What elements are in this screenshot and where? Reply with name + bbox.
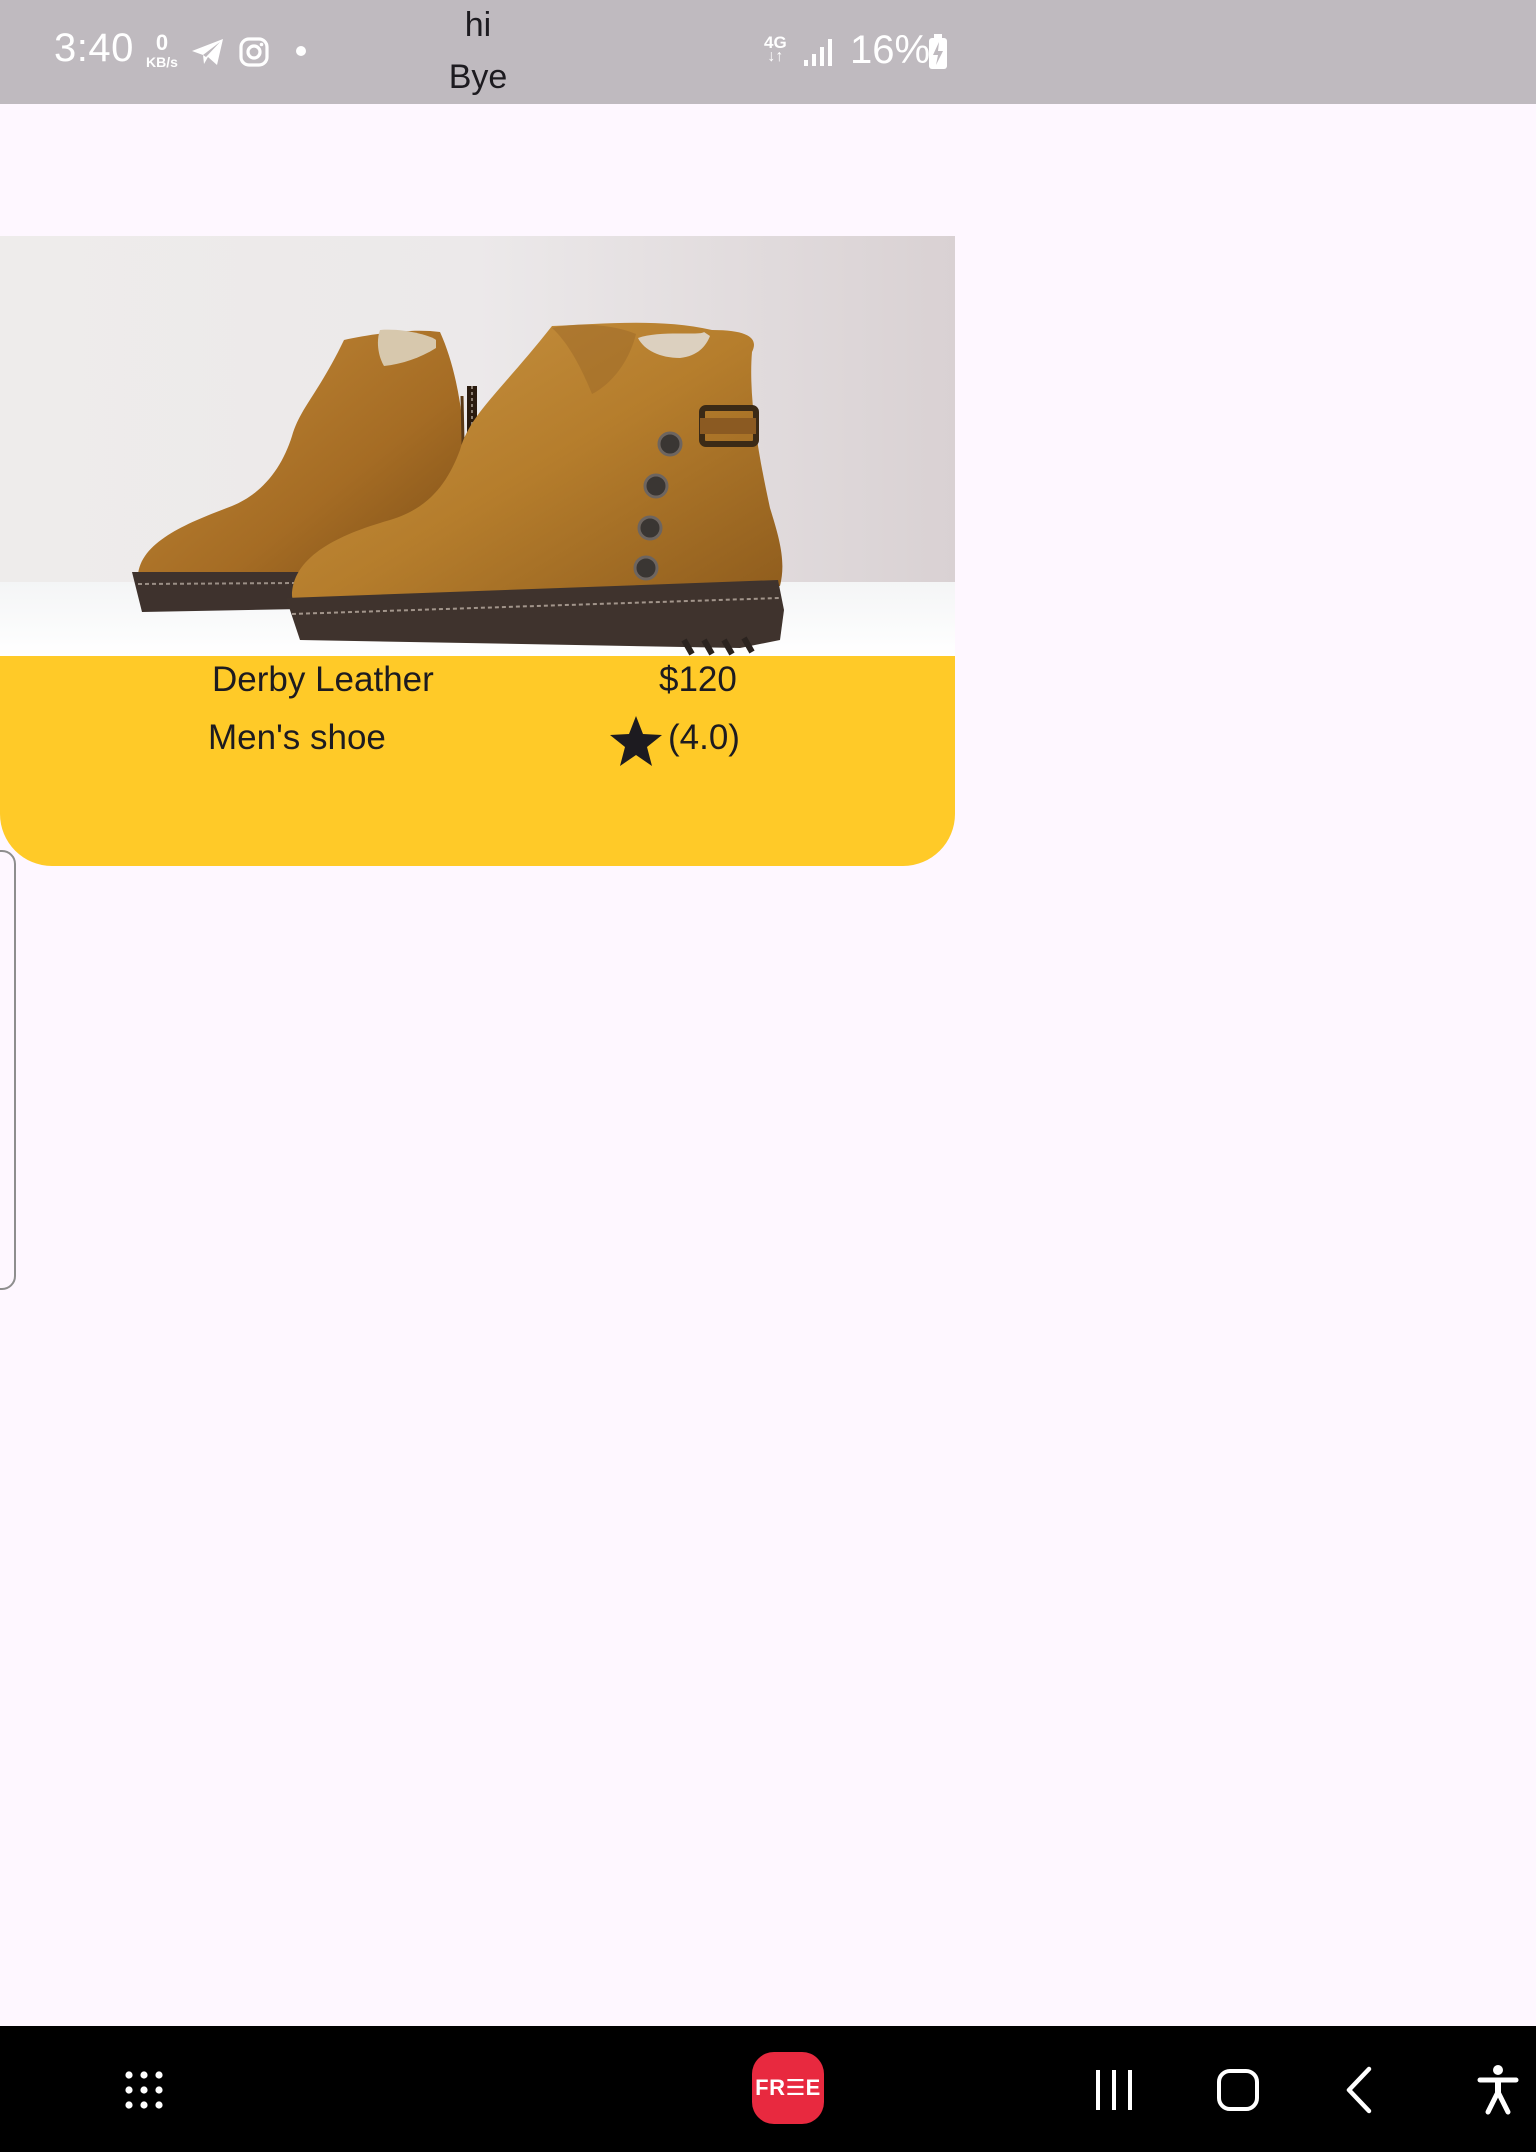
status-time: 3:40 [54, 26, 134, 70]
data-speed-unit: KB/s [146, 54, 178, 70]
data-speed-indicator: 0 KB/s [140, 30, 184, 70]
telegram-icon [190, 36, 226, 73]
status-bar: 3:40 0 KB/s 4G ↓↑ 16% [0, 0, 1536, 104]
instagram-icon [238, 36, 270, 73]
edge-panel-handle[interactable] [0, 850, 16, 1290]
product-card[interactable] [0, 236, 955, 866]
overlay-text-hi: hi [464, 6, 492, 44]
free-app-button[interactable]: FR☰E [752, 2052, 824, 2124]
product-category: Men's shoe [208, 718, 386, 757]
accessibility-icon[interactable] [1476, 2064, 1520, 2121]
battery-percent: 16% [850, 28, 931, 72]
back-icon[interactable] [1344, 2066, 1374, 2119]
notification-dot [296, 46, 306, 56]
apps-grid-icon[interactable] [124, 2070, 164, 2115]
product-info-panel [0, 656, 955, 866]
data-speed-value: 0 [155, 30, 169, 55]
recents-icon[interactable] [1094, 2068, 1134, 2117]
product-rating: (4.0) [668, 718, 740, 757]
signal-icon [802, 36, 834, 73]
network-type-indicator: 4G ↓↑ [764, 34, 787, 65]
product-name: Derby Leather [212, 660, 434, 699]
product-image [0, 236, 955, 656]
star-icon [608, 714, 664, 773]
overlay-text-bye: Bye [448, 58, 508, 96]
network-arrows: ↓↑ [767, 48, 784, 65]
product-price: $120 [659, 660, 737, 699]
home-icon[interactable] [1216, 2068, 1260, 2117]
battery-charging-icon [928, 34, 948, 75]
